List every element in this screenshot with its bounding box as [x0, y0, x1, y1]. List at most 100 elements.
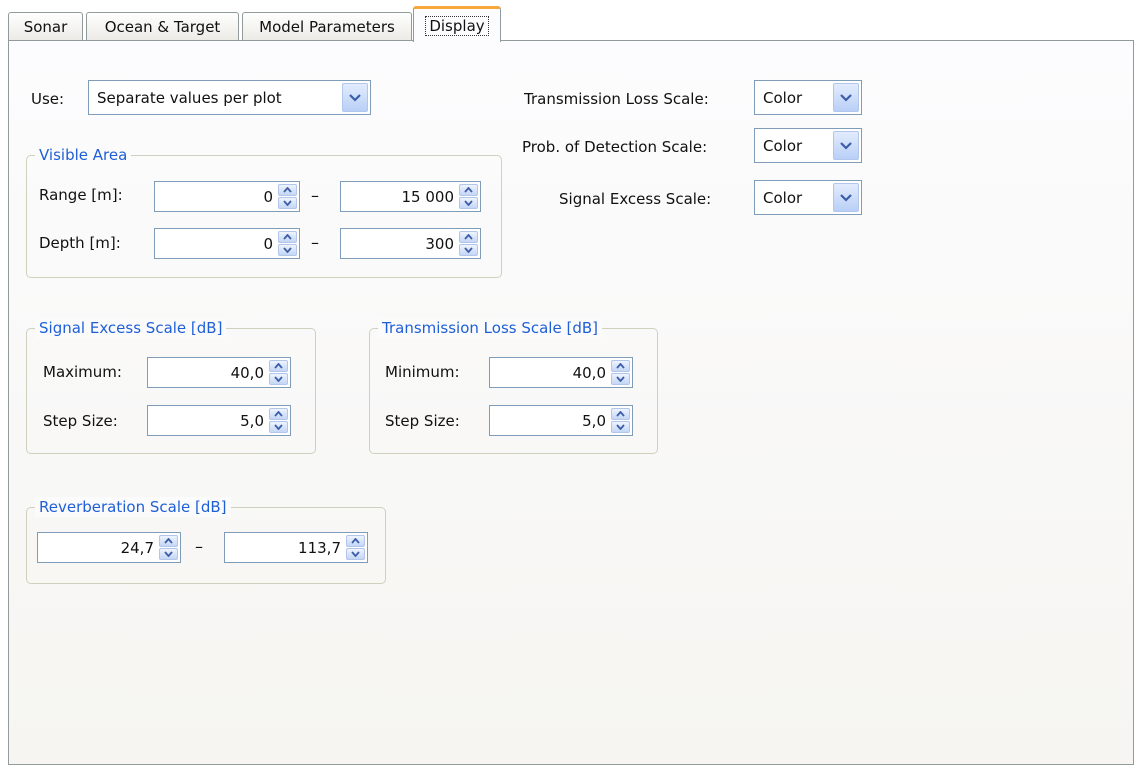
spin-buttons — [278, 184, 297, 209]
transmission-loss-scale-dropdown[interactable]: Color — [754, 80, 862, 115]
signal-excess-scale-group: Signal Excess Scale [dB] Maximum: 40,0 S… — [26, 318, 316, 454]
transmission-loss-minimum-input[interactable]: 40,0 — [489, 357, 633, 388]
transmission-loss-step-input[interactable]: 5,0 — [489, 405, 633, 436]
spin-up-icon — [464, 234, 473, 240]
depth-max-input[interactable]: 300 — [340, 228, 481, 259]
spin-down-button[interactable] — [269, 421, 288, 433]
spin-down-icon — [616, 376, 625, 382]
spin-down-icon — [464, 247, 473, 253]
spin-down-icon — [283, 200, 292, 206]
reverberation-min-value: 24,7 — [120, 539, 154, 557]
tab-label: Model Parameters — [259, 17, 395, 36]
dropdown-button[interactable] — [342, 83, 368, 112]
chevron-down-icon — [349, 93, 361, 102]
spin-down-button[interactable] — [611, 373, 630, 385]
spin-up-button[interactable] — [459, 184, 478, 196]
spin-up-button[interactable] — [346, 535, 365, 547]
spin-up-icon — [616, 411, 625, 417]
spin-down-button[interactable] — [459, 197, 478, 209]
spin-buttons — [611, 408, 630, 433]
range-min-input[interactable]: 0 — [154, 181, 300, 212]
minimum-label: Minimum: — [385, 363, 460, 381]
spin-buttons — [269, 408, 288, 433]
reverberation-scale-title: Reverberation Scale [dB] — [35, 497, 231, 517]
reverberation-min-input[interactable]: 24,7 — [37, 532, 181, 563]
tab-ocean-target[interactable]: Ocean & Target — [86, 12, 239, 40]
dropdown-button[interactable] — [833, 183, 859, 212]
depth-separator: – — [311, 233, 319, 252]
spin-down-button[interactable] — [611, 421, 630, 433]
reverberation-max-value: 113,7 — [298, 539, 341, 557]
chevron-down-icon — [840, 93, 852, 102]
transmission-loss-scale-value: Color — [763, 89, 803, 107]
range-max-input[interactable]: 15 000 — [340, 181, 481, 212]
spin-up-icon — [274, 411, 283, 417]
tab-sonar[interactable]: Sonar — [8, 12, 83, 40]
spin-down-button[interactable] — [159, 548, 178, 560]
tab-label: Display — [425, 15, 489, 36]
visible-area-title: Visible Area — [35, 145, 132, 165]
spin-buttons — [159, 535, 178, 560]
signal-excess-scale-title: Signal Excess Scale [dB] — [35, 318, 227, 338]
spin-up-button[interactable] — [159, 535, 178, 547]
signal-excess-scale-value: Color — [763, 189, 803, 207]
spin-down-icon — [274, 376, 283, 382]
spin-down-button[interactable] — [346, 548, 365, 560]
spin-up-button[interactable] — [459, 231, 478, 243]
spin-up-button[interactable] — [269, 360, 288, 372]
spin-down-button[interactable] — [278, 244, 297, 256]
spin-up-button[interactable] — [278, 231, 297, 243]
range-min-value: 0 — [263, 188, 273, 206]
spin-up-icon — [464, 187, 473, 193]
dropdown-button[interactable] — [833, 131, 859, 160]
spin-up-button[interactable] — [611, 408, 630, 420]
spin-up-icon — [164, 538, 173, 544]
spin-buttons — [269, 360, 288, 385]
spin-down-button[interactable] — [459, 244, 478, 256]
use-dropdown[interactable]: Separate values per plot — [88, 80, 371, 115]
prob-detection-scale-dropdown[interactable]: Color — [754, 128, 862, 163]
spin-up-button[interactable] — [278, 184, 297, 196]
step-size-label: Step Size: — [385, 412, 460, 430]
tab-display[interactable]: Display — [413, 6, 501, 42]
dropdown-button[interactable] — [833, 83, 859, 112]
spin-down-icon — [351, 551, 360, 557]
reverberation-separator: – — [195, 537, 203, 556]
use-label: Use: — [31, 90, 65, 108]
transmission-loss-scale-group: Transmission Loss Scale [dB] Minimum: 40… — [369, 318, 658, 454]
prob-detection-scale-label: Prob. of Detection Scale: — [522, 138, 708, 156]
spin-buttons — [611, 360, 630, 385]
signal-excess-step-input[interactable]: 5,0 — [147, 405, 291, 436]
spin-down-button[interactable] — [269, 373, 288, 385]
spin-up-button[interactable] — [269, 408, 288, 420]
prob-detection-scale-value: Color — [763, 137, 803, 155]
depth-min-value: 0 — [263, 235, 273, 253]
signal-excess-maximum-input[interactable]: 40,0 — [147, 357, 291, 388]
signal-excess-maximum-value: 40,0 — [230, 364, 264, 382]
range-separator: – — [311, 186, 319, 205]
tab-strip: Sonar Ocean & Target Model Parameters Di… — [0, 0, 1141, 42]
spin-up-icon — [616, 363, 625, 369]
signal-excess-scale-label: Signal Excess Scale: — [559, 190, 712, 208]
depth-min-input[interactable]: 0 — [154, 228, 300, 259]
depth-label: Depth [m]: — [39, 234, 121, 252]
reverberation-scale-group: Reverberation Scale [dB] 24,7 – 113,7 — [26, 497, 386, 584]
spin-down-icon — [274, 424, 283, 430]
spin-down-icon — [164, 551, 173, 557]
step-size-label: Step Size: — [43, 412, 118, 430]
spin-down-icon — [616, 424, 625, 430]
spin-buttons — [346, 535, 365, 560]
reverberation-max-input[interactable]: 113,7 — [224, 532, 368, 563]
tab-model-parameters[interactable]: Model Parameters — [242, 12, 412, 40]
range-max-value: 15 000 — [401, 188, 455, 206]
signal-excess-scale-dropdown[interactable]: Color — [754, 180, 862, 215]
chevron-down-icon — [840, 141, 852, 150]
spin-up-icon — [283, 234, 292, 240]
signal-excess-step-value: 5,0 — [240, 412, 264, 430]
chevron-down-icon — [840, 193, 852, 202]
tab-label: Sonar — [23, 17, 68, 36]
spin-up-button[interactable] — [611, 360, 630, 372]
spin-up-icon — [351, 538, 360, 544]
spin-down-button[interactable] — [278, 197, 297, 209]
range-label: Range [m]: — [39, 186, 123, 204]
